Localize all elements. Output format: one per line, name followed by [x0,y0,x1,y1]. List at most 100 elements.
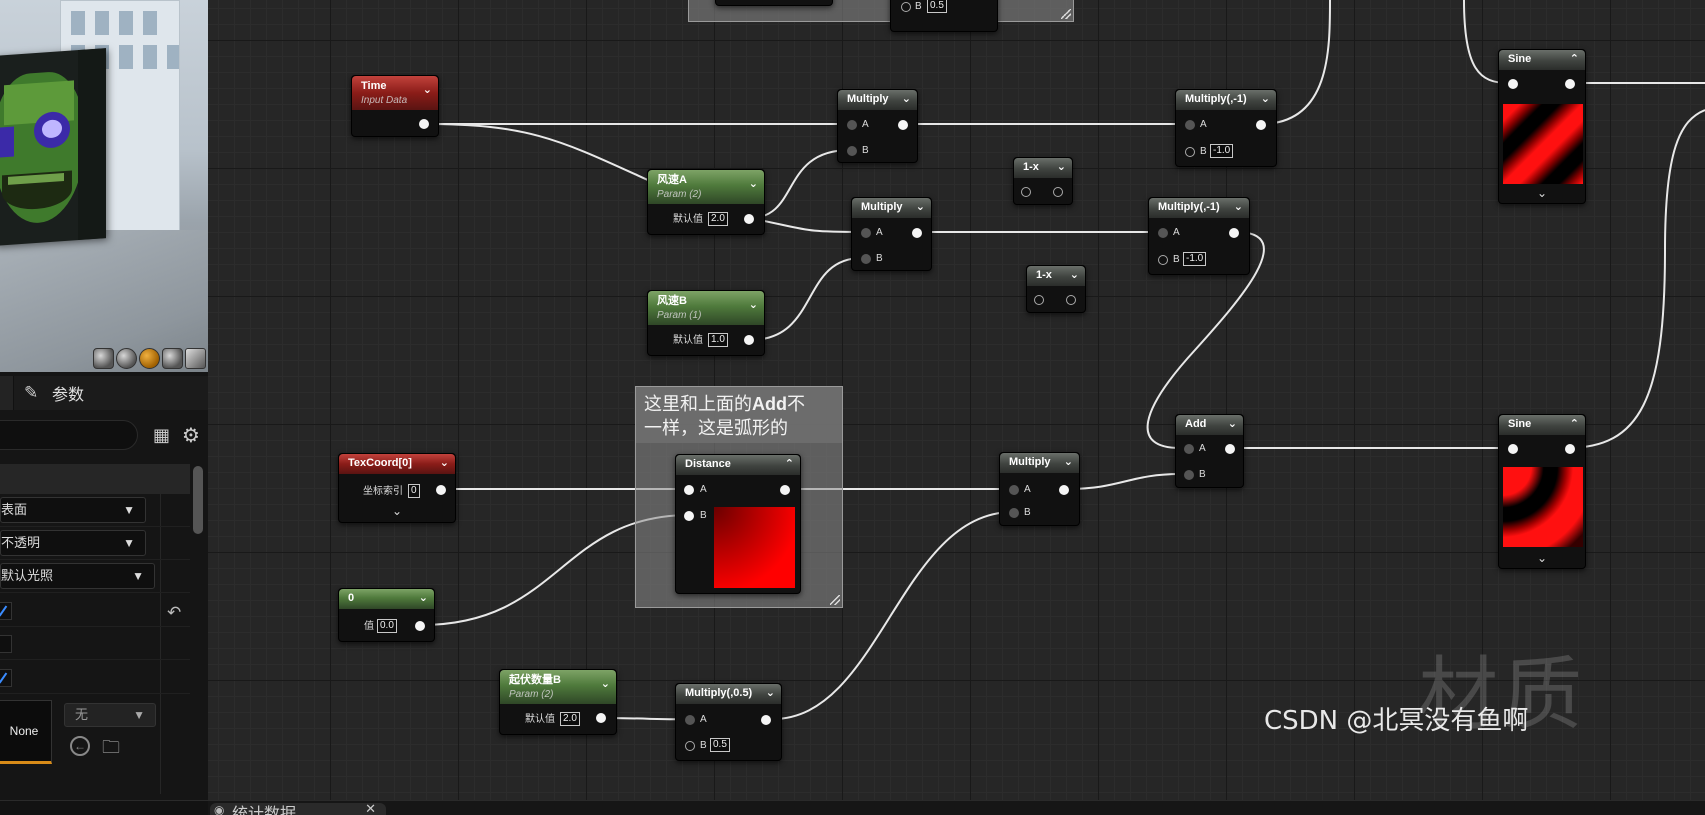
chevron-down-icon[interactable]: ⌄ [766,684,775,703]
chevron-down-icon[interactable]: ⌄ [423,82,432,98]
pin-b[interactable] [847,146,857,156]
chevron-down-icon[interactable]: ⌄ [601,676,610,692]
resize-grip-icon[interactable] [830,595,840,605]
chevron-up-icon[interactable]: ⌃ [1570,50,1579,69]
node-header[interactable]: Time Input Data ⌄ [352,76,438,110]
pin-a[interactable] [847,120,857,130]
node-header[interactable]: Multiply(,0.5) ⌄ [676,684,781,704]
pin-output[interactable] [761,715,771,725]
pin-output[interactable] [744,214,754,224]
node-one-minus-x-1[interactable]: 1-x ⌄ [1013,157,1073,205]
chevron-down-icon[interactable]: ⌄ [1228,415,1237,434]
value-b[interactable]: -1.0 [1183,252,1207,266]
pin-input[interactable] [1508,444,1518,454]
chevron-down-icon[interactable]: ⌄ [1537,551,1547,565]
pin-a[interactable] [861,228,871,238]
pin-b[interactable] [1184,470,1194,480]
node-header[interactable]: 风速A Param (2) ⌄ [648,170,764,204]
node-header[interactable]: 1-x ⌄ [1027,266,1085,286]
chevron-down-icon[interactable]: ⌄ [1537,186,1547,200]
pin-b[interactable] [685,741,695,751]
node-add[interactable]: Add ⌄ A B [1175,414,1244,488]
material-preview-viewport[interactable] [0,0,208,372]
scrollbar-thumb[interactable] [193,466,203,534]
chevron-down-icon[interactable]: ⌄ [902,90,911,109]
node-top-hidden[interactable] [715,0,833,6]
node-distance[interactable]: Distance ⌃ A B [675,454,801,594]
pin-input[interactable] [1508,79,1518,89]
node-header[interactable]: 0 ⌄ [339,589,434,609]
pin-output[interactable] [780,485,790,495]
chevron-down-icon[interactable]: ⌄ [1057,158,1066,177]
pin-output[interactable] [1066,295,1076,305]
shading-model-combo[interactable]: 默认光照 ▼ [0,563,155,589]
node-multiply-neg1-mid[interactable]: Multiply(,-1) ⌄ A B -1.0 [1148,197,1250,275]
pin-a[interactable] [1184,444,1194,454]
resize-grip-icon[interactable] [1061,9,1071,19]
default-value-field[interactable]: 1.0 [708,333,728,347]
pin-output[interactable] [436,485,446,495]
chevron-down-icon[interactable]: ⌄ [419,589,428,608]
chevron-down-icon[interactable]: ⌄ [749,297,758,313]
node-header[interactable]: Multiply ⌄ [838,90,917,110]
coordinate-index-field[interactable]: 0 [408,484,420,498]
cylinder-icon[interactable] [93,348,114,369]
pin-a[interactable] [1009,485,1019,495]
pin-output[interactable] [1053,187,1063,197]
plane-icon[interactable] [139,348,160,369]
reset-to-default-icon[interactable]: ↶ [167,603,181,623]
pin-input[interactable] [1021,187,1031,197]
property-category-header[interactable] [0,464,190,494]
chevron-up-icon[interactable]: ⌃ [785,455,794,474]
browse-asset-icon[interactable]: 🗀 [102,735,120,765]
chevron-down-icon[interactable]: ⌄ [749,176,758,192]
use-selected-asset-icon[interactable]: ← [70,736,90,756]
chevron-down-icon[interactable]: ⌄ [1234,198,1243,217]
close-icon[interactable]: ✕ [365,803,376,815]
comment-title[interactable]: 这里和上面的Add不 一样，这是弧形的 [636,387,842,443]
node-param-speed-a[interactable]: 风速A Param (2) ⌄ 默认值 2.0 [647,169,765,235]
chevron-down-icon[interactable]: ⌄ [392,504,402,518]
texture-thumbnail[interactable]: None [0,700,52,764]
chevron-down-icon[interactable]: ⌄ [1070,266,1079,285]
node-multiply-2[interactable]: Multiply ⌄ A B [851,197,932,271]
value-b[interactable]: 0.5 [710,738,730,752]
teapot-icon[interactable] [185,348,206,369]
pin-output[interactable] [1059,485,1069,495]
pin-a[interactable] [684,485,694,495]
node-sine-top[interactable]: Sine ⌃ ⌄ [1498,49,1586,204]
checkbox-enabled[interactable] [0,602,12,620]
node-multiply-3[interactable]: Multiply ⌄ A B [999,452,1080,526]
search-input[interactable] [0,420,138,450]
node-header[interactable]: 起伏数量B Param (2) ⌄ [500,670,616,704]
chevron-down-icon[interactable]: ⌄ [1261,90,1270,109]
default-value-field[interactable]: 2.0 [560,712,580,726]
chevron-up-icon[interactable]: ⌃ [1570,415,1579,434]
node-texcoord[interactable]: TexCoord[0] ⌄ 坐标索引 0 ⌄ [338,453,456,523]
cube-icon[interactable] [162,348,183,369]
pin-output[interactable] [1565,444,1575,454]
value-b[interactable]: 0.5 [927,0,947,13]
value-field[interactable]: 0.0 [377,619,397,633]
node-header[interactable]: Sine ⌃ [1499,415,1585,435]
node-header[interactable]: Distance ⌃ [676,455,800,475]
node-time[interactable]: Time Input Data ⌄ [351,75,439,137]
node-one-minus-x-2[interactable]: 1-x ⌄ [1026,265,1086,313]
node-header[interactable]: 1-x ⌄ [1014,158,1072,178]
blend-mode-combo[interactable]: 不透明 ▼ [0,530,146,556]
node-header[interactable]: Add ⌄ [1176,415,1243,435]
pin-b[interactable] [1185,147,1195,157]
pin-output[interactable] [1225,444,1235,454]
node-header[interactable]: Multiply(,-1) ⌄ [1176,90,1276,110]
tab-statistics[interactable]: ◉ 统计数据 ✕ [210,803,386,815]
pin-output[interactable] [1229,228,1239,238]
pin-a[interactable] [1185,120,1195,130]
node-header[interactable]: Multiply ⌄ [1000,453,1079,473]
node-header[interactable]: Multiply(,-1) ⌄ [1149,198,1249,218]
tab-parameters[interactable]: ✎ 参数 [0,376,208,410]
pin-b[interactable] [1009,508,1019,518]
pin-output[interactable] [1256,120,1266,130]
chevron-down-icon[interactable]: ⌄ [916,198,925,217]
pin-output[interactable] [596,713,606,723]
checkbox-enabled[interactable] [0,669,12,687]
